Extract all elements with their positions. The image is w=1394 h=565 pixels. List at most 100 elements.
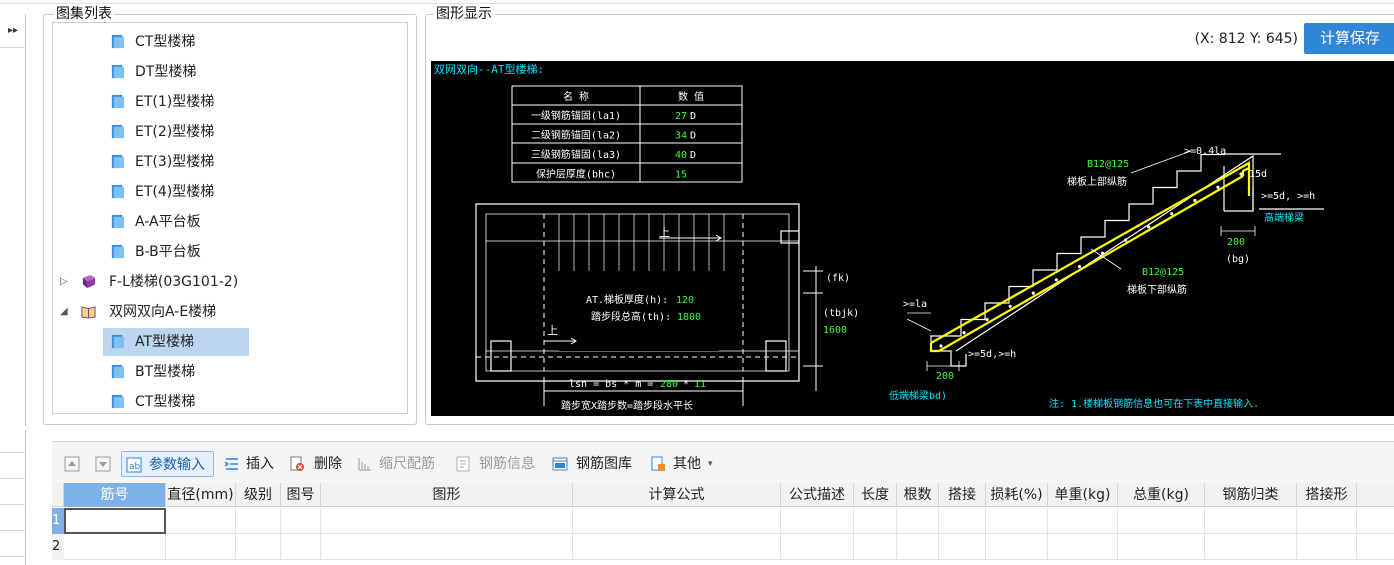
rebar-dot: [1031, 291, 1035, 295]
top-bar-label: B12@125: [1087, 159, 1129, 170]
scale-rebar-button[interactable]: 缩尺配筋: [357, 451, 445, 477]
column-header[interactable]: 根数: [897, 483, 939, 507]
rebar-dot: [1054, 278, 1058, 282]
expand-panel-icon[interactable]: ▸▸: [0, 14, 26, 48]
low-end-beam: 低端梯梁bd): [889, 389, 947, 402]
column-header[interactable]: 图形: [321, 483, 573, 507]
table-row-unit: D: [690, 150, 696, 161]
tree-item-label: 双网双向A-E楼梯: [109, 304, 217, 320]
table-cell[interactable]: [939, 534, 986, 560]
column-header[interactable]: 单重(kg): [1048, 483, 1118, 507]
column-header[interactable]: 搭接形: [1297, 483, 1357, 507]
graphic-display-title: 图形显示: [434, 6, 494, 23]
column-header[interactable]: 钢筋归类: [1205, 483, 1297, 507]
collapse-toggle-icon[interactable]: ◢: [60, 298, 68, 326]
rebar-dot: [985, 317, 989, 322]
expand-toggle-icon[interactable]: ▷: [60, 268, 68, 296]
tree-item-label: ET(1)型楼梯: [135, 94, 215, 110]
table-cell[interactable]: [236, 534, 281, 560]
dim-5d-h-bottom: >=5d,>=h: [968, 349, 1016, 360]
column-header[interactable]: 公式描述: [781, 483, 854, 507]
table-cell[interactable]: [64, 508, 166, 534]
document-icon: [111, 394, 125, 409]
document-icon: [111, 184, 125, 199]
table-cell[interactable]: [281, 508, 321, 534]
tree-item-label: A-A平台板: [135, 214, 201, 230]
delete-button[interactable]: 删除: [289, 451, 347, 477]
other-icon: [651, 456, 665, 471]
rebar-dot: [962, 331, 966, 335]
bottom-bar-label: B12@125: [1142, 267, 1184, 278]
column-header[interactable]: 图号: [281, 483, 321, 507]
dim-041la: >=0.4la: [1184, 146, 1226, 157]
rebar-info-button[interactable]: 钢筋信息: [455, 451, 543, 477]
column-header[interactable]: 搭接: [939, 483, 986, 507]
table-cell[interactable]: [781, 534, 854, 560]
column-header[interactable]: 总重(kg): [1118, 483, 1205, 507]
move-down-button[interactable]: [93, 451, 113, 477]
table-cell[interactable]: [1118, 534, 1205, 560]
document-icon: [111, 334, 125, 349]
table-cell[interactable]: [321, 534, 573, 560]
atlas-tree[interactable]: CT型楼梯 DT型楼梯 ET(1)型楼梯 ET(2)型楼梯 ET(3)型楼梯 ET(4)型…: [52, 22, 408, 414]
table-cell[interactable]: [281, 534, 321, 560]
tbjk-label: (tbjk): [823, 308, 859, 319]
table-cell[interactable]: [854, 508, 897, 534]
stair-text-mask: [559, 271, 719, 351]
table-cell[interactable]: [1205, 534, 1297, 560]
table-cell[interactable]: [236, 508, 281, 534]
dim-200-top-line: [1220, 226, 1256, 236]
chevron-down-icon: ▾: [708, 459, 713, 469]
table-cell[interactable]: [64, 534, 166, 560]
column-header[interactable]: 长度: [854, 483, 897, 507]
table-cell[interactable]: [986, 508, 1048, 534]
table-cell[interactable]: [321, 508, 573, 534]
table-row-name: 三级钢筋锚固(la3): [531, 148, 621, 161]
table-cell[interactable]: [1297, 534, 1357, 560]
table-cell[interactable]: [781, 508, 854, 534]
move-up-button[interactable]: [62, 451, 82, 477]
column-header[interactable]: 计算公式: [573, 483, 781, 507]
table-cell[interactable]: [166, 508, 236, 534]
bottom-bar-desc: 梯板下部纵筋: [1127, 283, 1187, 296]
table-cell[interactable]: [573, 508, 781, 534]
table-header-name: 名 称: [563, 90, 589, 103]
other-menu-button[interactable]: 其他 ▾: [650, 451, 722, 477]
column-header[interactable]: 筋号: [64, 483, 166, 507]
column-header[interactable]: 级别: [236, 483, 281, 507]
document-icon: [111, 244, 125, 259]
drawing-note: 注: 1.楼梯板钢筋信息也可在下表中直接输入.: [1049, 397, 1259, 410]
param-input-button[interactable]: ab 参数输入: [121, 451, 214, 477]
table-cell[interactable]: [897, 534, 939, 560]
column-header[interactable]: 直径(mm): [166, 483, 236, 507]
stair-drawing: 双网双向--AT型楼梯: 名 称 数 值 一级钢筋锚固(la1) 27 D二级钢筋锚…: [434, 62, 1324, 412]
table-row-unit: D: [690, 131, 696, 142]
insert-button[interactable]: 插入: [224, 451, 282, 477]
row-number-header: [52, 483, 64, 507]
table-cell[interactable]: [1297, 508, 1357, 534]
table-cell[interactable]: [1205, 508, 1297, 534]
table-cell[interactable]: [897, 508, 939, 534]
fk-label: (fk): [826, 273, 850, 284]
top-edge: [0, 0, 1394, 4]
rebar-library-button[interactable]: 钢筋图库: [552, 451, 642, 477]
table-cell[interactable]: [166, 534, 236, 560]
calc-save-button[interactable]: 计算保存: [1304, 23, 1394, 54]
table-cell[interactable]: [986, 534, 1048, 560]
top-bar-desc: 梯板上部纵筋: [1067, 175, 1127, 188]
row-number: 2: [52, 534, 64, 560]
table-row[interactable]: 2: [52, 534, 1394, 560]
table-cell[interactable]: [1048, 534, 1118, 560]
table-cell[interactable]: [1118, 508, 1205, 534]
drawing-canvas[interactable]: 双网双向--AT型楼梯: 名 称 数 值 一级钢筋锚固(la1) 27 D 二级钢筋锚…: [431, 61, 1394, 416]
table-cell[interactable]: [939, 508, 986, 534]
rebar-dot: [1147, 225, 1151, 229]
rebar-table: 筋号 直径(mm) 级别 图号 图形 计算公式 公式描述 长度 根数 搭接 损耗(%) 单重(kg) 总…: [52, 483, 1394, 565]
table-row[interactable]: 1: [52, 508, 1394, 534]
tree-item-label: CT型楼梯: [135, 34, 196, 50]
table-cell[interactable]: [1048, 508, 1118, 534]
other-label: 其他: [673, 456, 701, 472]
table-cell[interactable]: [854, 534, 897, 560]
column-header[interactable]: 损耗(%): [986, 483, 1048, 507]
table-cell[interactable]: [573, 534, 781, 560]
